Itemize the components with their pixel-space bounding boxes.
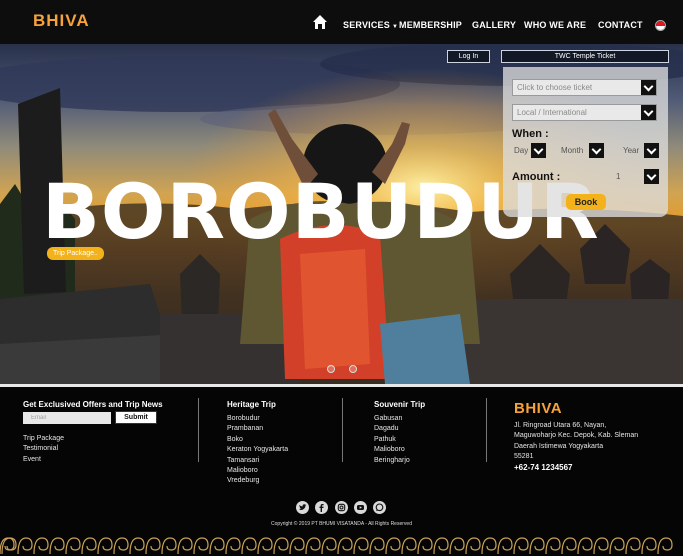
twitter-icon[interactable] (296, 501, 309, 514)
chevron-down-icon (641, 80, 656, 95)
link-dagadu[interactable]: Dagadu (374, 424, 410, 434)
chevron-down-icon (644, 169, 659, 184)
nav-contact[interactable]: CONTACT (598, 20, 643, 30)
year-select[interactable]: Year (619, 143, 659, 160)
link-event[interactable]: Event (23, 455, 64, 465)
month-select-value: Month (561, 146, 584, 155)
facebook-icon[interactable] (315, 501, 328, 514)
chevron-down-icon (641, 105, 656, 120)
email-field[interactable] (23, 412, 111, 424)
caret-down-icon: ▼ (391, 24, 399, 30)
divider (198, 398, 199, 462)
nav-services-label: SERVICES (343, 20, 390, 30)
phone-number: +62-74 1234567 (514, 463, 573, 472)
copyright: Copyright © 2019 PT BHUMI VISATANDA - Al… (271, 521, 412, 527)
page: BHIVA SERVICES ▼ MEMBERSHIP GALLERY WHO W… (0, 0, 683, 556)
month-select[interactable]: Month (557, 143, 604, 160)
nav-who-we-are[interactable]: WHO WE ARE (524, 20, 586, 30)
link-boko[interactable]: Boko (227, 435, 288, 445)
chevron-down-icon (589, 143, 604, 158)
link-prambanan[interactable]: Prambanan (227, 424, 288, 434)
souvenir-list: Gabusan Dagadu Pathuk Malioboro Beringha… (374, 414, 410, 466)
instagram-icon[interactable] (335, 501, 348, 514)
book-button[interactable]: Book (566, 194, 606, 210)
ticket-select[interactable]: Click to choose ticket (512, 79, 657, 96)
top-navbar: BHIVA SERVICES ▼ MEMBERSHIP GALLERY WHO W… (0, 0, 683, 44)
souvenir-heading: Souvenir Trip (374, 400, 426, 409)
whatsapp-icon[interactable] (373, 501, 386, 514)
link-borobudur[interactable]: Borobudur (227, 414, 288, 424)
link-beringharjo[interactable]: Beringharjo (374, 456, 410, 466)
divider (486, 398, 487, 462)
carousel-dot[interactable] (327, 365, 335, 373)
year-select-value: Year (623, 146, 640, 155)
link-pathuk[interactable]: Pathuk (374, 435, 410, 445)
footer-links: Trip Package Testimonial Event (23, 434, 64, 465)
link-vredeburg[interactable]: Vredeburg (227, 476, 288, 486)
address-line: Maguwoharjo Kec. Depok, Kab. Sleman (514, 432, 639, 440)
logo[interactable]: BHIVA (33, 11, 90, 31)
home-icon[interactable] (312, 14, 328, 30)
batik-ornament (0, 537, 673, 555)
newsletter-heading: Get Exclusived Offers and Trip News (23, 400, 163, 409)
youtube-icon[interactable] (354, 501, 367, 514)
address: Jl. Ringroad Utara 66, Nayan, Maguwoharj… (514, 421, 638, 463)
when-label: When : (512, 128, 549, 140)
carousel-dot[interactable] (349, 365, 357, 373)
nav-services[interactable]: SERVICES ▼ (343, 20, 398, 30)
nav-gallery[interactable]: GALLERY (472, 20, 516, 30)
address-line: 55281 (514, 453, 534, 461)
divider (342, 398, 343, 462)
day-select[interactable]: Day (510, 143, 546, 160)
heritage-heading: Heritage Trip (227, 400, 276, 409)
address-line: Daerah Istimewa Yogyakarta (514, 442, 604, 450)
amount-select[interactable]: 1 (612, 169, 659, 186)
footer-brand: BHIVA (514, 400, 563, 417)
chevron-down-icon (531, 143, 546, 158)
link-malioboro[interactable]: Malioboro (227, 466, 288, 476)
chevron-down-icon (644, 143, 659, 158)
login-button[interactable]: Log In (447, 50, 490, 63)
day-select-value: Day (514, 146, 529, 155)
trip-package-badge[interactable]: Trip Package.. (47, 247, 104, 260)
heritage-list: Borobudur Prambanan Boko Keraton Yogyaka… (227, 414, 288, 487)
tab-temple-ticket[interactable]: TWC Temple Ticket (501, 50, 669, 63)
link-tamansari[interactable]: Tamansari (227, 456, 288, 466)
link-keraton-yogyakarta[interactable]: Keraton Yogyakarta (227, 445, 288, 455)
address-line: Jl. Ringroad Utara 66, Nayan, (514, 422, 607, 429)
origin-select-value: Local / International (517, 108, 587, 117)
link-gabusan[interactable]: Gabusan (374, 414, 410, 424)
amount-select-value: 1 (616, 172, 621, 181)
nav-membership[interactable]: MEMBERSHIP (399, 20, 462, 30)
link-trip-package[interactable]: Trip Package (23, 434, 64, 444)
link-malioboro-souvenir[interactable]: Malioboro (374, 445, 410, 455)
ticket-select-value: Click to choose ticket (517, 83, 593, 92)
link-testimonial[interactable]: Testimonial (23, 444, 64, 454)
indonesia-flag-icon[interactable] (655, 20, 666, 31)
submit-button[interactable]: Submit (115, 411, 157, 424)
amount-label: Amount : (512, 171, 561, 183)
origin-select[interactable]: Local / International (512, 104, 657, 121)
